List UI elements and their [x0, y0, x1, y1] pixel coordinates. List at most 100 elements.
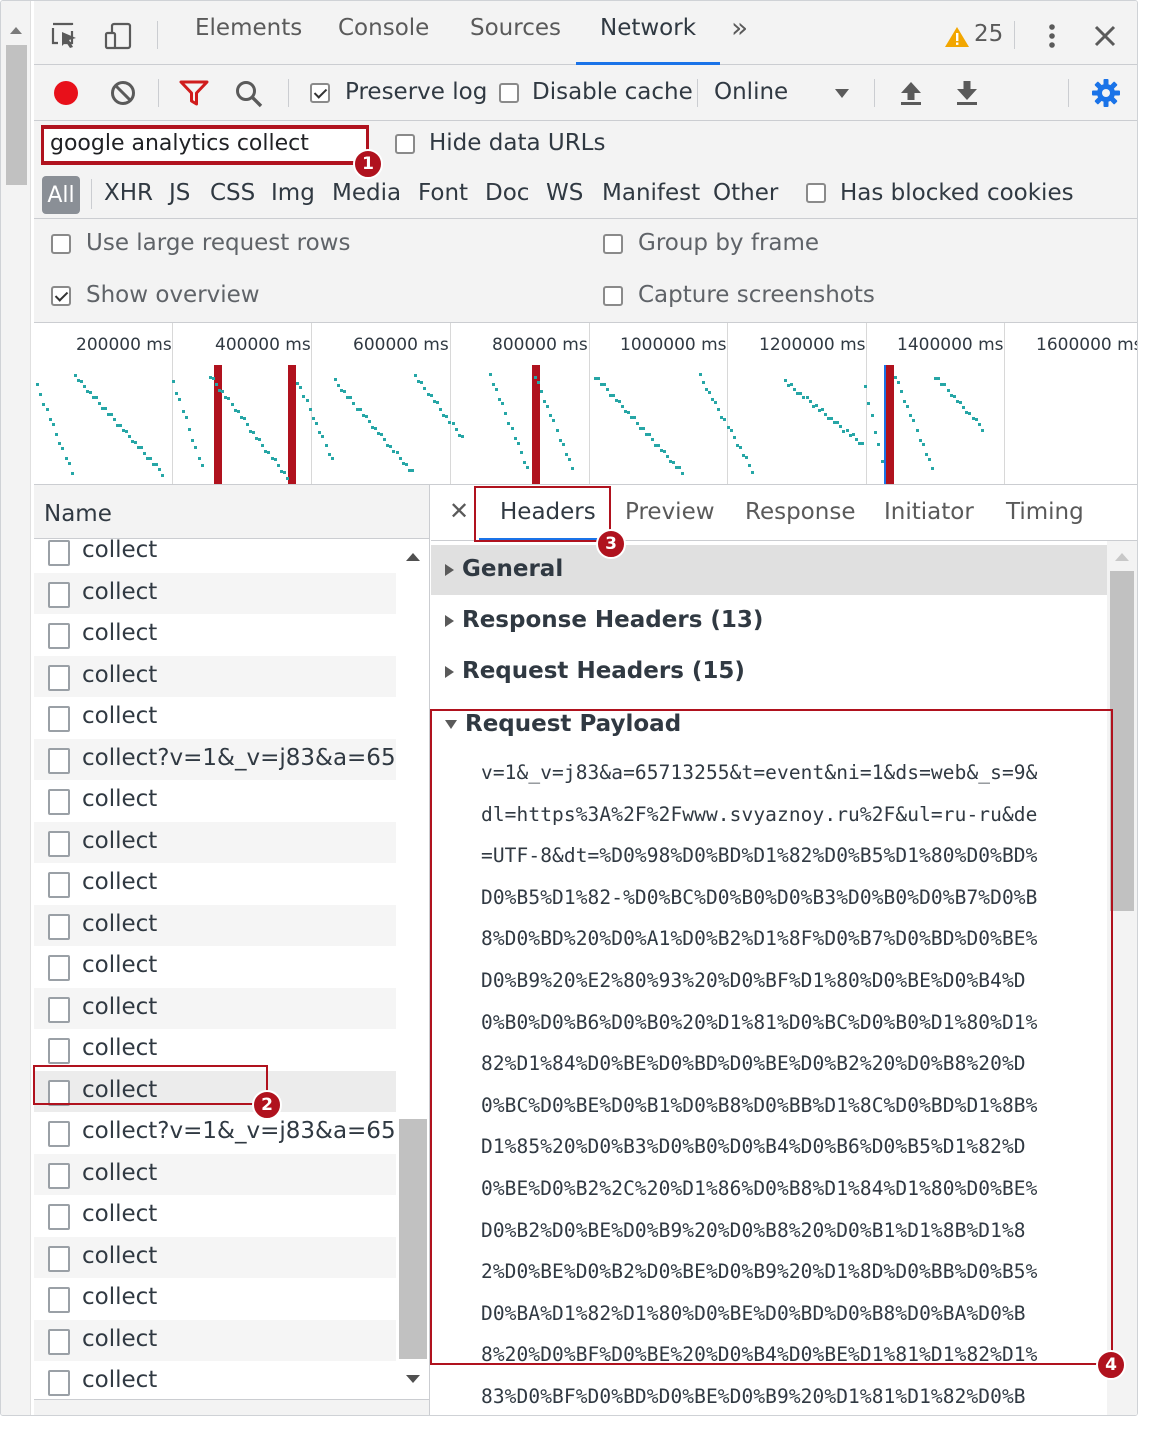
filter-icon[interactable]	[179, 79, 209, 107]
group-by-frame-checkbox[interactable]	[603, 234, 623, 254]
request-row[interactable]: collect	[34, 821, 396, 863]
waterfall-dot	[651, 438, 654, 442]
clear-icon[interactable]	[109, 79, 137, 107]
inspect-element-icon[interactable]	[50, 21, 80, 51]
scroll-thumb[interactable]	[399, 1119, 427, 1359]
throttling-select[interactable]: Online	[714, 79, 788, 105]
request-row[interactable]: collect	[34, 614, 396, 656]
tab-preview[interactable]: Preview	[625, 499, 715, 525]
tab-elements[interactable]: Elements	[195, 15, 302, 65]
tab-timing[interactable]: Timing	[1006, 499, 1084, 525]
filter-type-all[interactable]: All	[42, 176, 80, 214]
filter-input[interactable]: google analytics collect	[42, 127, 368, 163]
outer-scrollbar[interactable]	[1, 1, 31, 1415]
more-options-icon[interactable]	[1040, 21, 1064, 51]
show-overview-checkbox[interactable]	[51, 286, 71, 306]
request-row[interactable]: collect	[34, 863, 396, 905]
filter-type-css[interactable]: CSS	[210, 180, 255, 206]
request-row[interactable]: collect	[34, 780, 396, 822]
scroll-up-arrow[interactable]	[1115, 553, 1129, 561]
settings-gear-icon[interactable]	[1091, 78, 1121, 108]
chevron-down-icon[interactable]	[834, 87, 850, 99]
filter-type-manifest[interactable]: Manifest	[602, 180, 700, 206]
request-row[interactable]: collect	[34, 1153, 396, 1195]
request-row[interactable]: collect	[34, 539, 396, 573]
hide-data-urls-label[interactable]: Hide data URLs	[429, 130, 605, 156]
request-list-scrollbar[interactable]	[396, 539, 429, 1399]
network-overview-timeline[interactable]: 200000 ms 400000 ms 600000 ms 800000 ms …	[34, 323, 1137, 485]
preserve-log-checkbox[interactable]	[310, 83, 330, 103]
filter-type-other[interactable]: Other	[713, 180, 778, 206]
has-blocked-cookies-checkbox[interactable]	[806, 183, 826, 203]
request-row[interactable]: collect	[34, 1029, 396, 1071]
scroll-thumb[interactable]	[1110, 571, 1134, 911]
waterfall-dot	[95, 396, 98, 400]
filter-type-xhr[interactable]: XHR	[104, 180, 153, 206]
filter-type-doc[interactable]: Doc	[485, 180, 529, 206]
request-headers-section-header[interactable]: Request Headers (15)	[431, 658, 1107, 684]
payload-line: v=1&_v=j83&a=65713255&t=event&ni=1&ds=we…	[481, 761, 1038, 784]
scroll-up-arrow[interactable]	[406, 553, 420, 561]
scroll-up-arrow[interactable]	[10, 27, 22, 34]
close-details-icon[interactable]: ✕	[449, 497, 469, 525]
request-row[interactable]: collect?v=1&_v=j83&a=65713	[34, 738, 396, 780]
large-rows-label[interactable]: Use large request rows	[86, 230, 350, 256]
file-icon	[48, 664, 70, 691]
request-row[interactable]: collect	[34, 904, 396, 946]
request-list[interactable]: collect collect collect collect collect colle…	[34, 539, 396, 1399]
response-headers-section-header[interactable]: Response Headers (13)	[431, 607, 1107, 633]
general-section-header[interactable]: General	[431, 545, 1107, 595]
waterfall-dot	[501, 402, 505, 406]
tab-network[interactable]: Network	[575, 15, 721, 65]
import-har-icon[interactable]	[899, 79, 923, 107]
filter-type-font[interactable]: Font	[418, 180, 468, 206]
request-row[interactable]: collect	[34, 1361, 396, 1399]
filter-type-ws[interactable]: WS	[546, 180, 583, 206]
export-har-icon[interactable]	[955, 79, 979, 107]
filter-type-media[interactable]: Media	[332, 180, 401, 206]
record-icon[interactable]	[52, 79, 80, 107]
warnings-count[interactable]: 25	[974, 21, 1003, 71]
request-row[interactable]: collect	[34, 1319, 396, 1361]
tab-initiator[interactable]: Initiator	[884, 499, 974, 525]
disable-cache-label[interactable]: Disable cache	[532, 79, 693, 105]
waterfall-dot	[513, 436, 517, 440]
warning-icon[interactable]	[944, 25, 970, 49]
tab-response[interactable]: Response	[745, 499, 855, 525]
request-row[interactable]: collect	[34, 946, 396, 988]
request-row[interactable]: collect	[34, 987, 396, 1029]
hide-data-urls-checkbox[interactable]	[395, 134, 415, 154]
tab-headers[interactable]: Headers	[500, 499, 596, 525]
has-blocked-cookies-label[interactable]: Has blocked cookies	[840, 180, 1074, 206]
capture-screenshots-checkbox[interactable]	[603, 286, 623, 306]
request-row[interactable]: collect	[34, 655, 396, 697]
request-payload-section-header[interactable]: Request Payload	[431, 711, 1107, 737]
preserve-log-label[interactable]: Preserve log	[345, 79, 487, 105]
filter-type-js[interactable]: JS	[169, 180, 190, 206]
request-row[interactable]: collect	[34, 572, 396, 614]
filter-type-img[interactable]: Img	[271, 180, 315, 206]
search-icon[interactable]	[234, 79, 264, 109]
waterfall-dot	[732, 436, 736, 440]
tab-sources[interactable]: Sources	[470, 15, 561, 65]
request-row[interactable]: collect?v=1&_v=j83&a=65713	[34, 1112, 396, 1154]
group-by-frame-label[interactable]: Group by frame	[638, 230, 819, 256]
more-tabs-button[interactable]: »	[731, 11, 748, 61]
disable-cache-checkbox[interactable]	[499, 83, 519, 103]
request-row[interactable]: collect	[34, 1070, 396, 1112]
request-row[interactable]: collect	[34, 1195, 396, 1237]
show-overview-label[interactable]: Show overview	[86, 282, 260, 308]
details-scrollbar[interactable]	[1107, 541, 1137, 1415]
scroll-down-arrow[interactable]	[406, 1375, 420, 1383]
close-icon[interactable]	[1092, 23, 1118, 49]
request-row[interactable]: collect	[34, 697, 396, 739]
name-column-header[interactable]: Name	[34, 485, 429, 539]
device-toolbar-icon[interactable]	[104, 21, 134, 51]
scroll-thumb[interactable]	[6, 45, 27, 185]
tab-console[interactable]: Console	[338, 15, 429, 65]
request-row[interactable]: collect	[34, 1278, 396, 1320]
waterfall-dot	[877, 443, 881, 446]
request-row[interactable]: collect	[34, 1236, 396, 1278]
large-rows-checkbox[interactable]	[51, 234, 71, 254]
capture-screenshots-label[interactable]: Capture screenshots	[638, 282, 875, 308]
